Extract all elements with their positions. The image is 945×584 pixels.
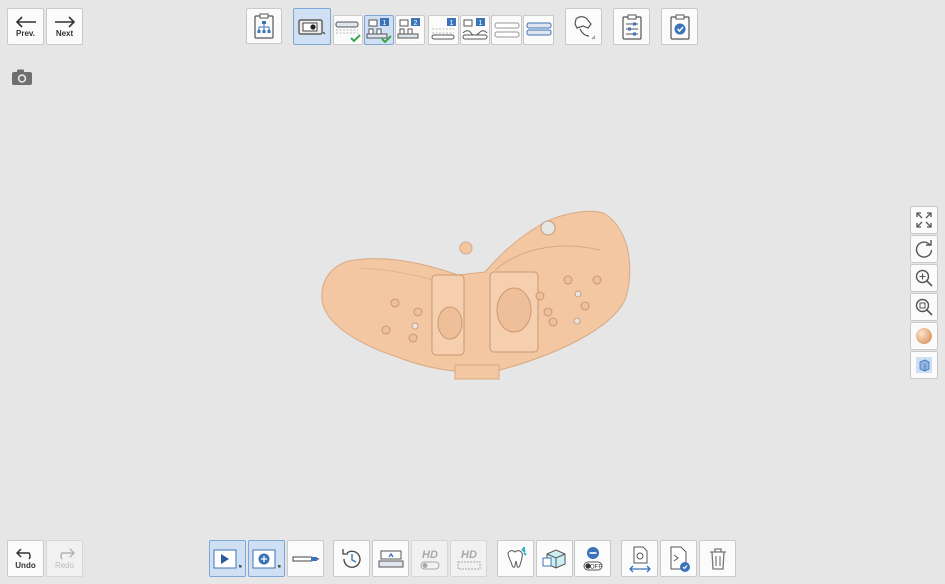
- scanner-tray-icon: [378, 550, 403, 567]
- arrow-left-icon: [15, 15, 36, 28]
- scanner-tip-button[interactable]: [287, 540, 324, 577]
- badge-3: 1: [449, 20, 453, 27]
- tooth-scan-button[interactable]: [497, 540, 534, 577]
- stage-maxilla-button[interactable]: [333, 15, 363, 45]
- workflow-button[interactable]: [246, 8, 282, 44]
- prev-label: Prev.: [16, 28, 35, 38]
- color-ball-icon: [916, 328, 932, 344]
- toggle-off-label: OFF: [590, 564, 602, 570]
- file-settings-icon: [670, 546, 690, 572]
- settings-button[interactable]: [613, 8, 650, 45]
- dental-scan-model: [321, 210, 631, 380]
- tooth-selection-button[interactable]: [565, 8, 602, 45]
- badge-1: 1: [383, 20, 387, 27]
- tooth-hand-icon: [573, 15, 595, 39]
- mandible-die-icon: 1: [462, 18, 488, 40]
- hd-label-2: HD: [461, 549, 477, 561]
- next-button[interactable]: Next: [46, 8, 83, 45]
- fit-screen-icon: [916, 212, 932, 228]
- badge-4: 1: [479, 20, 483, 27]
- zoom-fit-button[interactable]: [910, 293, 938, 321]
- zoom-fit-icon: [915, 298, 933, 316]
- hd-toggle-button[interactable]: HD: [411, 540, 448, 577]
- rotate-button[interactable]: [910, 235, 938, 263]
- model-body: [321, 210, 631, 380]
- rotate-table-icon: [341, 548, 361, 568]
- undo-button[interactable]: Undo: [7, 540, 44, 577]
- redo-button[interactable]: Redo: [46, 540, 83, 577]
- stage-mandible-die-button[interactable]: 1: [460, 15, 490, 45]
- minus-toggle-icon: OFF: [583, 546, 602, 570]
- redo-label: Redo: [54, 560, 75, 570]
- hd-scan-button[interactable]: HD: [450, 540, 487, 577]
- arch-die-icon: 1: [431, 18, 456, 40]
- cube-scan-button[interactable]: [536, 540, 573, 577]
- bite-icon: [526, 22, 551, 36]
- zoom-in-icon: [915, 269, 933, 287]
- stage-die-2-button[interactable]: 2: [395, 15, 425, 45]
- scan-area-icon: [252, 549, 280, 568]
- hd-area-icon: HD: [457, 549, 480, 569]
- arrow-right-icon: [54, 15, 75, 28]
- undo-icon: [15, 547, 31, 559]
- clipboard-check-icon: [669, 14, 690, 40]
- scan-stage-button[interactable]: [293, 8, 331, 45]
- import-export-button[interactable]: [621, 540, 658, 577]
- delete-button[interactable]: [699, 540, 736, 577]
- remove-off-button[interactable]: OFF: [574, 540, 611, 577]
- hd-label-1: HD: [422, 549, 438, 561]
- die-check-icon: 1: [366, 18, 392, 43]
- next-label: Next: [55, 28, 74, 38]
- redo-icon: [59, 547, 75, 559]
- tooth-icon: [506, 546, 527, 568]
- model-color-button[interactable]: [910, 322, 938, 350]
- stage-bite-button[interactable]: [523, 15, 554, 45]
- screenshot-button[interactable]: [11, 69, 33, 91]
- start-scan-button[interactable]: [209, 540, 246, 577]
- scan-filter-button[interactable]: [248, 540, 285, 577]
- cube-icon: [542, 548, 565, 569]
- fit-screen-button[interactable]: [910, 206, 938, 234]
- prev-button[interactable]: Prev.: [7, 8, 44, 45]
- arch-check-icon: [335, 21, 361, 43]
- scanner-tray-button[interactable]: [372, 540, 409, 577]
- view-mode-button[interactable]: [910, 351, 938, 379]
- die-icon: 2: [397, 18, 420, 39]
- stage-mandible-button[interactable]: 1: [428, 15, 459, 45]
- file-transfer-icon: [628, 546, 651, 572]
- scan-icon: [298, 18, 326, 35]
- clipboard-settings-icon: [621, 14, 642, 40]
- hd-icon: HD: [420, 549, 439, 569]
- cube-view-icon: [916, 357, 932, 373]
- calibration-button[interactable]: [333, 540, 370, 577]
- stage-die-1-button[interactable]: 1: [364, 15, 394, 45]
- trash-icon: [709, 547, 726, 570]
- complete-button[interactable]: [661, 8, 698, 45]
- play-scan-icon: [213, 549, 241, 568]
- rotate-icon: [915, 240, 933, 258]
- undo-label: Undo: [15, 560, 36, 570]
- scanner-icon: [292, 556, 319, 561]
- stage-occlusion-button[interactable]: [491, 15, 522, 45]
- file-settings-button[interactable]: [660, 540, 697, 577]
- camera-icon: [12, 69, 32, 85]
- badge-2: 2: [414, 20, 418, 27]
- workflow-icon: [254, 13, 274, 39]
- occlusion-icon: [494, 22, 519, 38]
- zoom-button[interactable]: [910, 264, 938, 292]
